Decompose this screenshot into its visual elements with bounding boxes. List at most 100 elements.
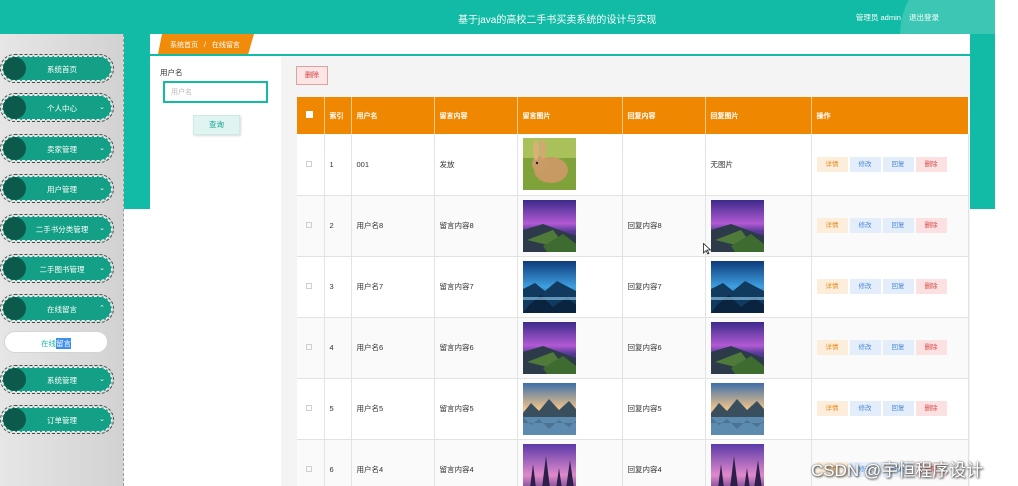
logout-link[interactable]: 退出登录: [909, 13, 939, 22]
column-header: 索引: [324, 97, 352, 134]
column-header[interactable]: 留言图片: [517, 97, 623, 134]
delete-button[interactable]: 删除: [915, 218, 947, 233]
chevron-down-icon: ⌄: [99, 225, 105, 232]
row-checkbox[interactable]: [297, 134, 325, 196]
cell-index: 5: [324, 378, 352, 440]
reply-button[interactable]: 回复: [882, 218, 914, 233]
column-header[interactable]: 回复图片: [705, 97, 812, 134]
sidebar-item-8[interactable]: 系统管理 ⌄: [0, 365, 114, 394]
cell-actions: 详情 修改 回复 删除: [811, 134, 969, 196]
thumbnail-image: [522, 382, 576, 435]
mouse-cursor-icon: [703, 243, 711, 255]
detail-button[interactable]: 详情: [816, 279, 848, 294]
delete-button[interactable]: 删除: [915, 156, 947, 172]
breadcrumb-current: 在线留言: [211, 42, 240, 49]
edit-button[interactable]: 修改: [849, 340, 881, 355]
cell-username: 用户名8: [351, 195, 435, 257]
menu-circle-icon: [3, 257, 26, 280]
column-header: 操作: [811, 97, 969, 134]
thumbnail-image: [522, 199, 576, 252]
cell-message-image: [517, 134, 623, 196]
sidebar-item-label: 在线留言: [47, 305, 77, 314]
cell-reply: [622, 134, 706, 196]
search-button[interactable]: 查询: [193, 115, 240, 135]
menu-circle-icon: [3, 368, 26, 391]
thumbnail-image: [710, 321, 764, 374]
edit-button[interactable]: 修改: [849, 218, 881, 233]
reply-button[interactable]: 回复: [882, 279, 914, 294]
chevron-down-icon: ⌄: [99, 104, 105, 111]
cell-content: 留言内容5: [434, 378, 518, 440]
user-info: 管理员 admin 退出登录: [850, 12, 939, 23]
thumbnail-image: [710, 382, 764, 435]
detail-button[interactable]: 详情: [816, 340, 848, 355]
sidebar-item-9[interactable]: 订单管理 ⌄: [0, 405, 114, 434]
edit-button[interactable]: 修改: [849, 156, 881, 172]
breadcrumb-separator: /: [203, 42, 206, 49]
edit-button[interactable]: 修改: [849, 279, 881, 294]
cell-index: 4: [324, 317, 352, 379]
cell-message-image: [517, 378, 623, 440]
row-checkbox[interactable]: [297, 378, 325, 440]
reply-button[interactable]: 回复: [882, 401, 914, 416]
sidebar-item-label: 用户管理: [47, 185, 77, 194]
thumbnail-image: [710, 199, 764, 252]
cell-reply-image: [705, 317, 812, 379]
sidebar-item-6[interactable]: 二手图书管理 ⌄: [0, 254, 114, 283]
chevron-down-icon: ⌄: [99, 145, 105, 152]
chevron-down-icon: ⌄: [99, 376, 105, 383]
cell-reply-image: [705, 256, 812, 318]
username-search-input[interactable]: [163, 81, 268, 103]
delete-button[interactable]: 删除: [915, 340, 947, 355]
cell-reply-image: [705, 439, 812, 486]
breadcrumb-bar: 系统首页 / 在线留言: [150, 34, 970, 54]
cell-actions: 详情 修改 回复 删除: [811, 195, 969, 257]
sidebar-item-3[interactable]: 卖家管理 ⌄: [0, 134, 114, 163]
menu-circle-icon: [3, 57, 26, 80]
edit-button[interactable]: 修改: [849, 401, 881, 416]
delete-button[interactable]: 删除: [915, 279, 947, 294]
cell-content: 留言内容7: [434, 256, 518, 318]
chevron-down-icon: ⌄: [99, 265, 105, 272]
reply-button[interactable]: 回复: [882, 340, 914, 355]
menu-circle-icon: [3, 408, 26, 431]
detail-button[interactable]: 详情: [816, 218, 848, 233]
sidebar-item-4[interactable]: 用户管理 ⌄: [0, 174, 114, 203]
column-header[interactable]: 回复内容: [622, 97, 706, 134]
menu-circle-icon: [3, 177, 26, 200]
cell-content: 发放: [434, 134, 518, 196]
cell-index: 1: [324, 134, 352, 196]
column-header[interactable]: 用户名: [351, 97, 435, 134]
sidebar-item-7[interactable]: 在线留言 ⌃: [0, 294, 114, 323]
thumbnail-image: [522, 321, 576, 374]
cell-content: 留言内容8: [434, 195, 518, 257]
reply-button[interactable]: 回复: [882, 156, 914, 172]
menu-circle-icon: [3, 137, 26, 160]
watermark-text: CSDN @宇恒程序设计: [811, 461, 984, 480]
delete-button[interactable]: 删除: [915, 401, 947, 416]
cell-index: 3: [324, 256, 352, 318]
thumbnail-image: [710, 260, 764, 313]
detail-button[interactable]: 详情: [816, 401, 848, 416]
cell-username: 用户名4: [351, 439, 435, 486]
batch-delete-button[interactable]: 删除: [296, 66, 328, 85]
thumbnail-image: [522, 138, 576, 191]
sidebar-item-2[interactable]: 个人中心 ⌄: [0, 93, 114, 122]
row-checkbox[interactable]: [297, 195, 325, 257]
cell-content: 留言内容4: [434, 439, 518, 486]
cell-message-image: [517, 256, 623, 318]
cell-reply-image: 无图片: [705, 134, 812, 196]
row-checkbox[interactable]: [297, 317, 325, 379]
breadcrumb-home[interactable]: 系统首页: [170, 42, 198, 49]
sidebar-item-1[interactable]: 系统首页: [0, 54, 114, 83]
sidebar-subitem-online-message[interactable]: 在线留言: [4, 331, 108, 353]
detail-button[interactable]: 详情: [816, 156, 848, 172]
sidebar-item-5[interactable]: 二手书分类管理 ⌄: [0, 214, 114, 243]
row-checkbox[interactable]: [297, 439, 325, 486]
select-all-checkbox[interactable]: [297, 97, 325, 134]
cell-index: 2: [324, 195, 352, 257]
chevron-up-icon: ⌃: [99, 305, 105, 312]
column-header[interactable]: 留言内容: [434, 97, 518, 134]
chevron-down-icon: ⌄: [99, 185, 105, 192]
row-checkbox[interactable]: [297, 256, 325, 318]
